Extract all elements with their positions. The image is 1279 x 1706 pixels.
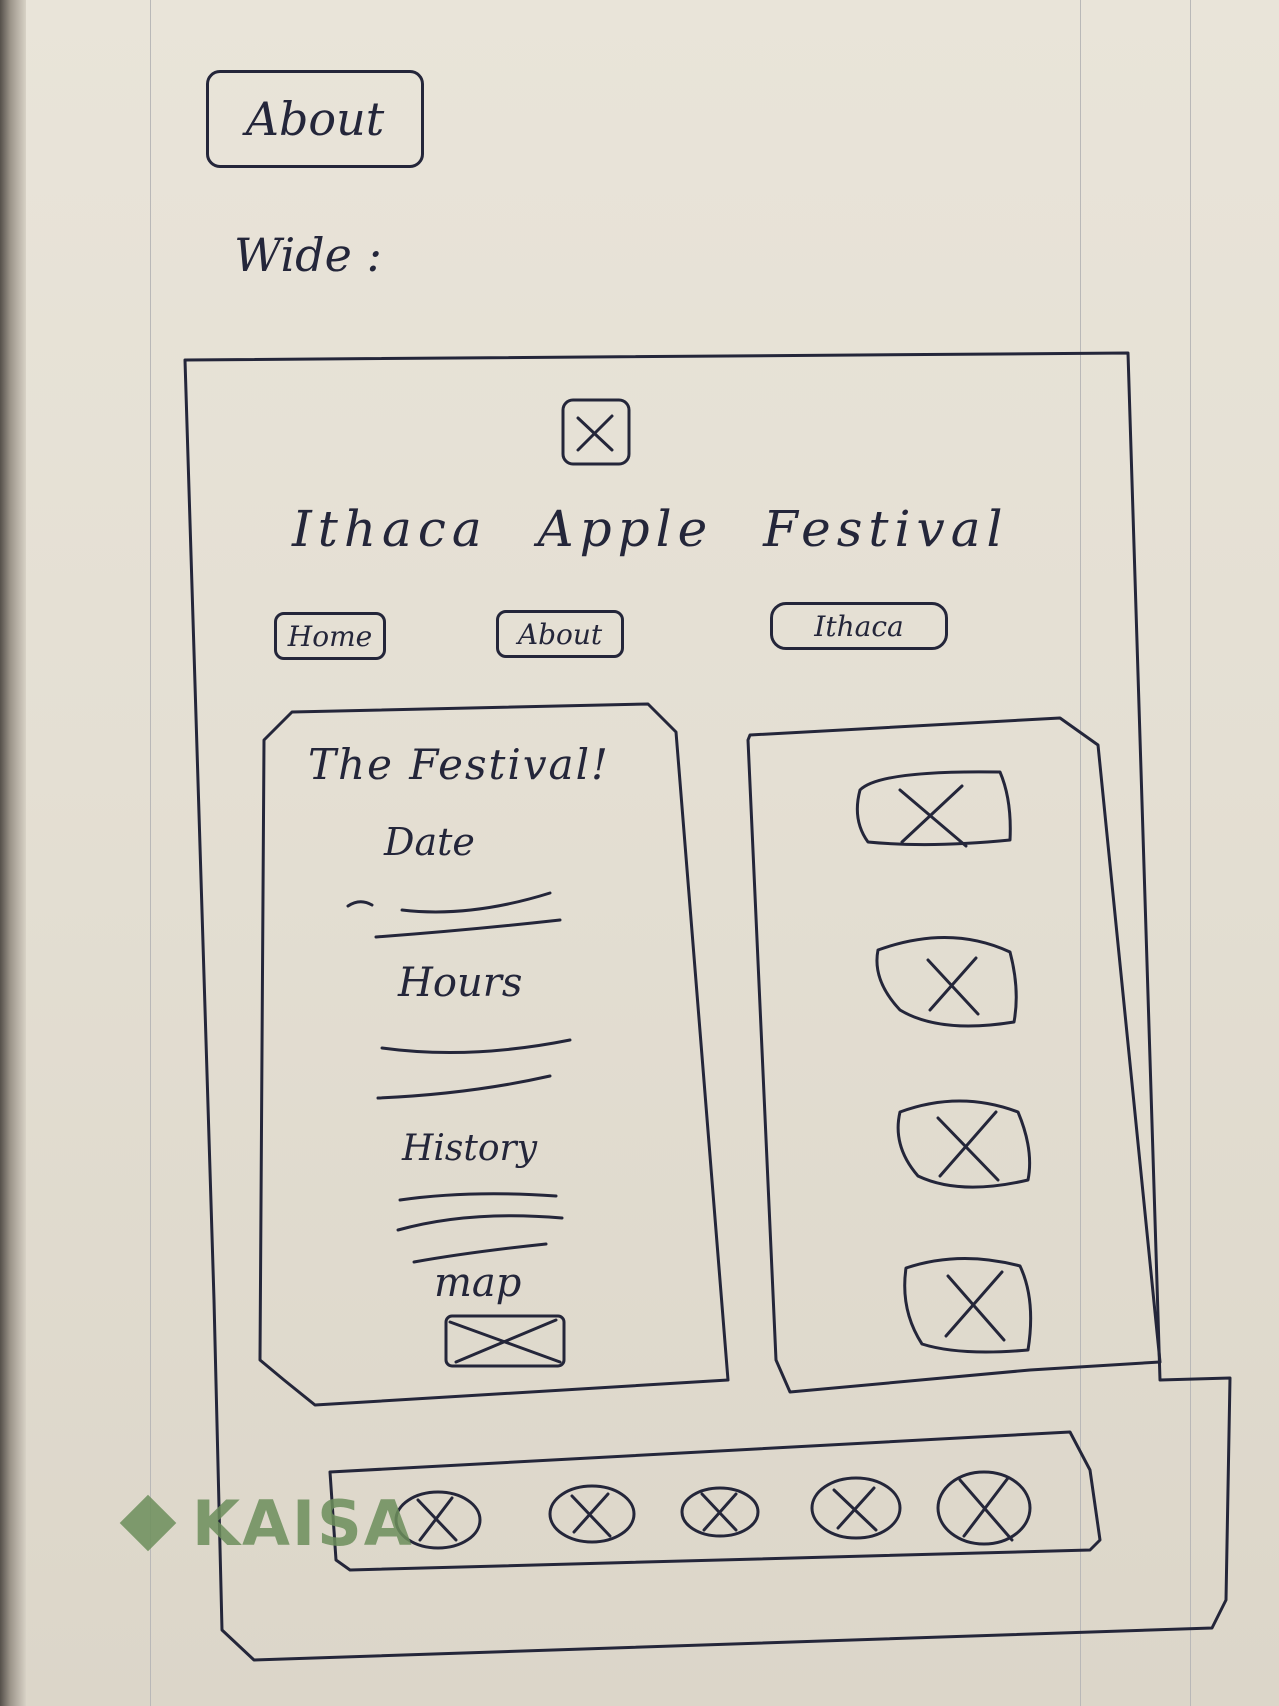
sketch-drawing [183, 351, 1232, 1662]
festival-heading: The Festival! [308, 740, 610, 789]
kaisa-watermark: KAISA [119, 1486, 414, 1560]
nav-ithaca-button[interactable]: Ithaca [770, 602, 948, 650]
site-title: Ithaca Apple Festival [292, 500, 1009, 558]
watermark-text: KAISA [192, 1486, 414, 1560]
watermark-diamond-icon [119, 1494, 177, 1552]
logo-placeholder [561, 398, 631, 466]
hours-label: Hours [398, 960, 523, 1006]
footer-strip-outline [328, 1430, 1102, 1572]
date-label: Date [384, 820, 475, 864]
gallery-image-placeholder-3 [896, 1099, 1032, 1189]
history-placeholder-line-2 [396, 1214, 564, 1232]
gallery-image-placeholder-2 [875, 936, 1018, 1028]
map-label: map [434, 1260, 522, 1306]
nav-about-label: About [517, 617, 603, 651]
nav-about-button[interactable]: About [496, 610, 624, 658]
map-placeholder [444, 1314, 566, 1368]
image-gallery-panel-outline [746, 716, 1162, 1394]
history-placeholder-line-1 [398, 1192, 558, 1202]
hours-placeholder-line-1 [380, 1038, 572, 1054]
footer-icon-5 [936, 1470, 1032, 1546]
footer-icon-3 [680, 1486, 760, 1538]
footer-icon-4 [810, 1476, 902, 1540]
date-placeholder-line-1 [346, 891, 552, 914]
hours-placeholder-line-2 [376, 1074, 552, 1100]
gallery-image-placeholder-1 [855, 770, 1012, 848]
history-label: History [402, 1128, 538, 1169]
nav-home-label: Home [287, 619, 373, 653]
footer-icon-2 [548, 1484, 636, 1544]
nav-ithaca-label: Ithaca [814, 609, 904, 643]
nav-home-button[interactable]: Home [274, 612, 386, 660]
gallery-image-placeholder-4 [903, 1256, 1033, 1354]
date-placeholder-line-2 [374, 918, 562, 939]
